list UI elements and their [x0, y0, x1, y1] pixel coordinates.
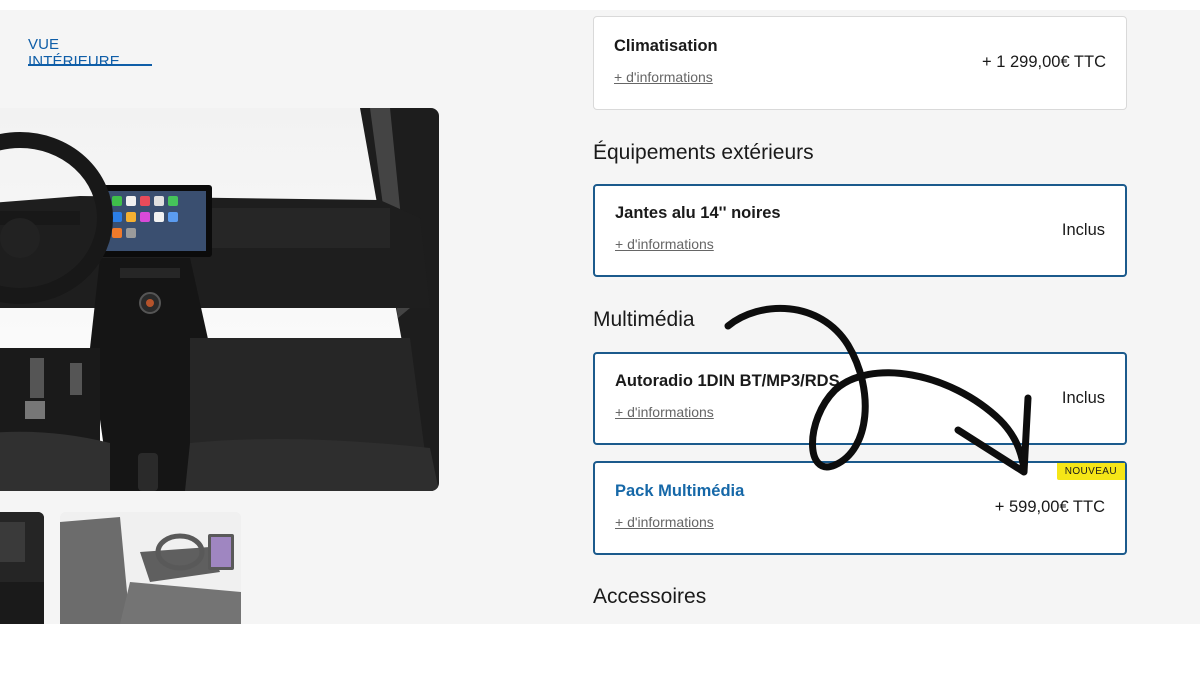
option-title: Jantes alu 14'' noires	[615, 204, 781, 222]
option-price: + 599,00€ TTC	[994, 498, 1105, 516]
more-info-link[interactable]: + d'informations	[615, 404, 714, 420]
option-price: Inclus	[1061, 389, 1105, 407]
section-title-accessoires: Accessoires	[593, 585, 707, 608]
more-info-link[interactable]: + d'informations	[615, 236, 714, 252]
section-title-exterior: Équipements extérieurs	[593, 141, 814, 164]
interior-photo	[0, 108, 439, 491]
more-info-link[interactable]: + d'informations	[615, 514, 714, 530]
gallery-thumbnail-2[interactable]	[60, 512, 241, 624]
option-title: Climatisation	[614, 37, 718, 55]
gallery-thumbnail-1[interactable]	[0, 512, 44, 624]
more-info-link[interactable]: + d'informations	[614, 69, 713, 85]
new-badge: NOUVEAU	[1056, 463, 1125, 480]
tab-interior-view[interactable]: VUE INTÉRIEURE	[28, 36, 152, 70]
option-title: Pack Multimédia	[615, 482, 745, 500]
option-card-jantes[interactable]: Jantes alu 14'' noires + d'informations …	[593, 184, 1127, 277]
option-price: + 1 299,00€ TTC	[982, 53, 1106, 71]
option-card-climatisation[interactable]: Climatisation + d'informations + 1 299,0…	[593, 16, 1127, 110]
option-card-pack-multimedia[interactable]: NOUVEAU Pack Multimédia + d'informations…	[593, 461, 1127, 555]
section-title-multimedia: Multimédia	[593, 308, 695, 331]
option-card-autoradio[interactable]: Autoradio 1DIN BT/MP3/RDS + d'informatio…	[593, 352, 1127, 445]
option-title: Autoradio 1DIN BT/MP3/RDS	[615, 372, 840, 390]
option-price: Inclus	[1061, 221, 1105, 239]
